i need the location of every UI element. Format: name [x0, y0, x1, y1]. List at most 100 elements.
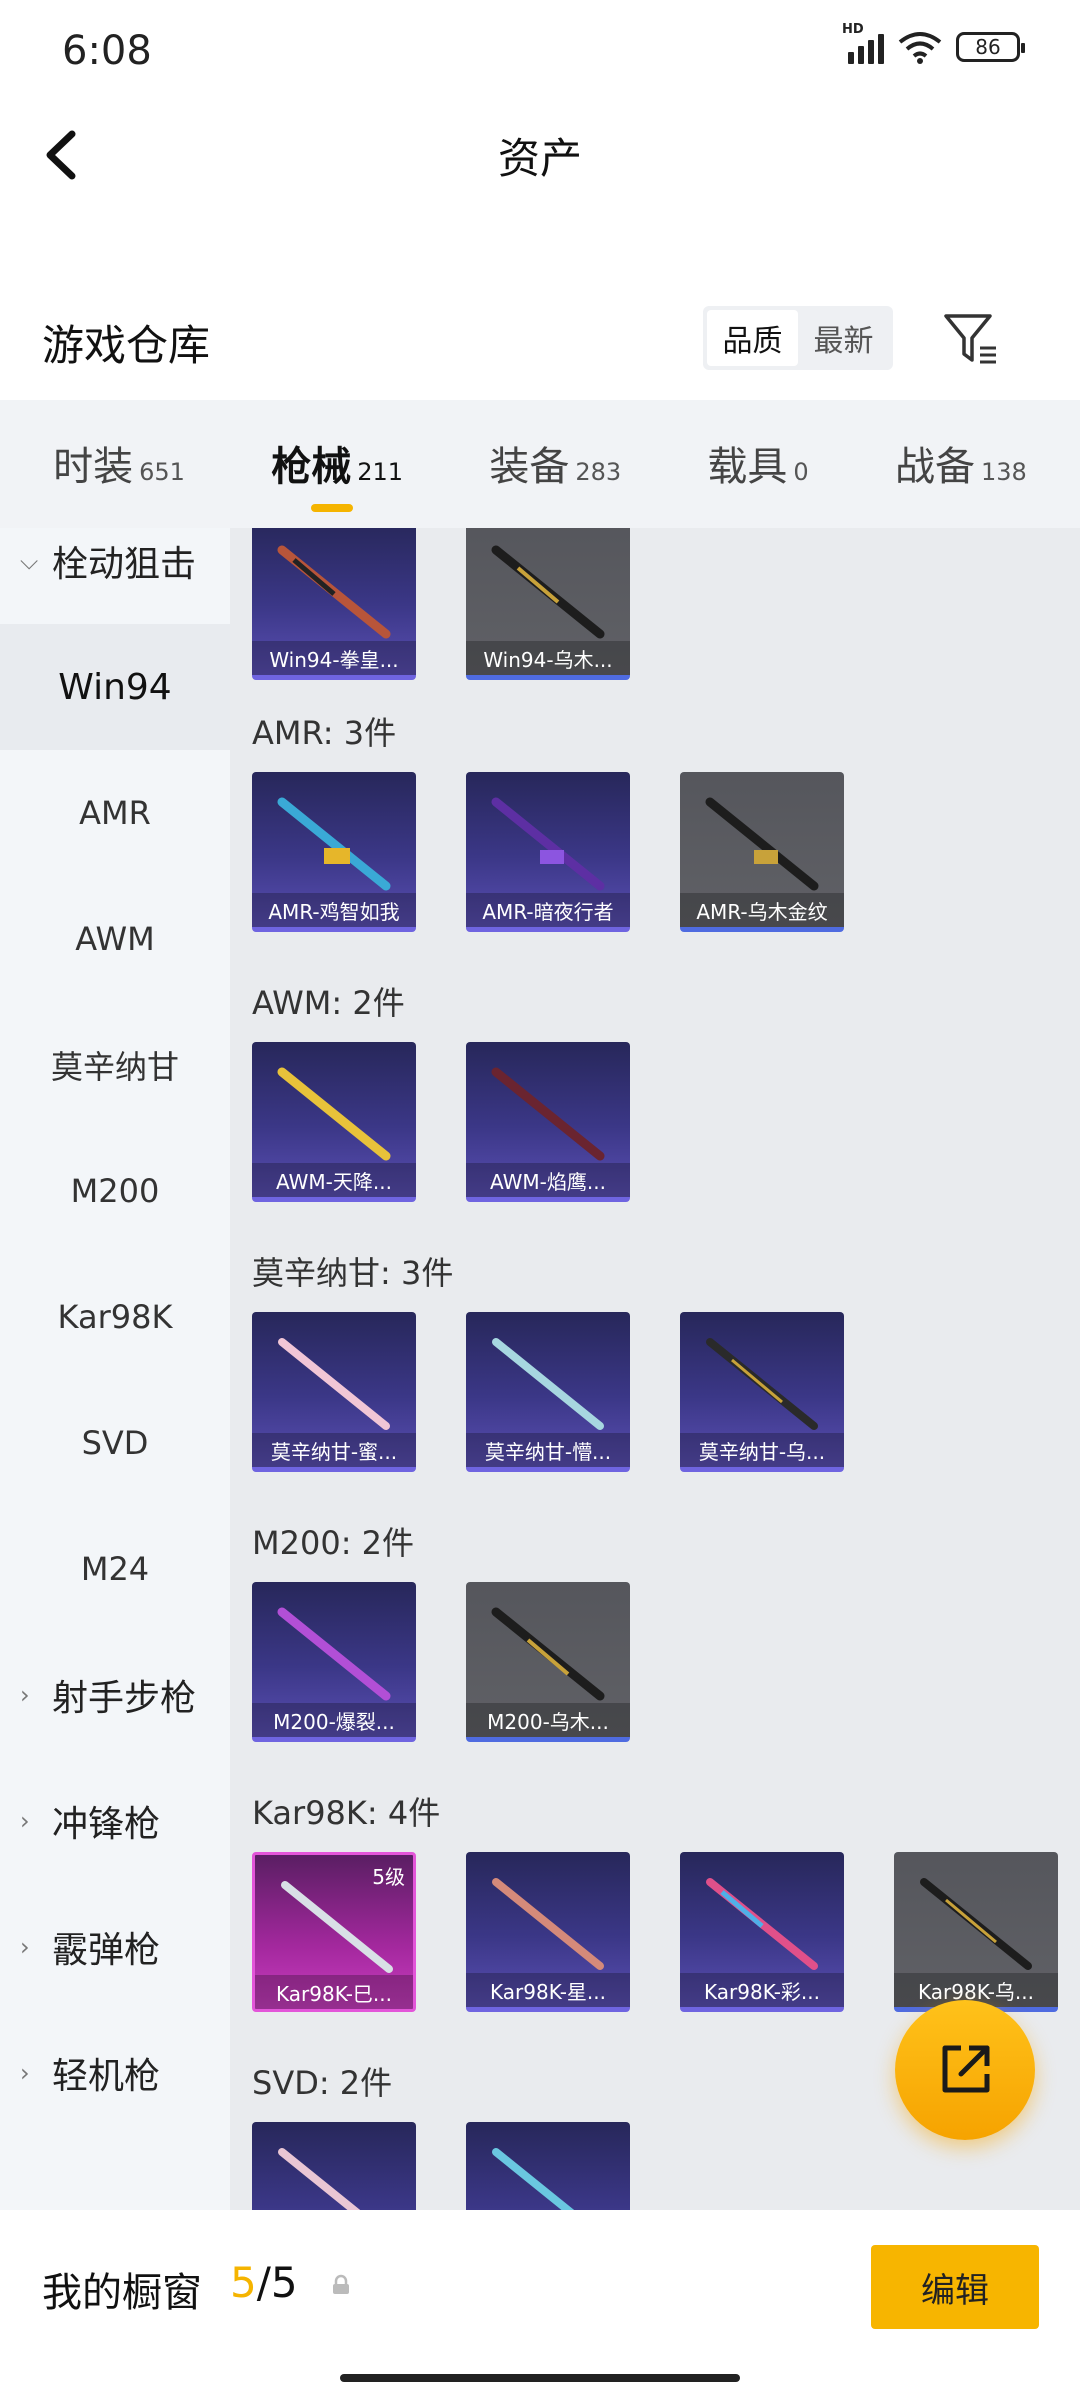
weapon-card[interactable]: 莫辛纳甘-懵... [466, 1312, 630, 1472]
weapon-card[interactable]: Win94-乌木... [466, 528, 630, 680]
weapon-name: Kar98K-巳... [255, 1975, 413, 2009]
weapon-card[interactable]: AWM-天降... [252, 1042, 416, 1202]
weapon-card[interactable] [466, 2122, 630, 2210]
weapon-card[interactable] [252, 2122, 416, 2210]
status-bar: 6:08 HD 86 [0, 0, 1080, 100]
weapon-card[interactable]: AMR-乌木金纹 [680, 772, 844, 932]
weapon-card[interactable]: Kar98K-乌... [894, 1852, 1058, 2012]
weapon-name: 莫辛纳甘-懵... [466, 1433, 630, 1467]
weapon-card[interactable]: 莫辛纳甘-乌... [680, 1312, 844, 1472]
tab-label: 装备 [489, 444, 570, 490]
gun-icon [492, 2148, 575, 2210]
network-type: HD [842, 22, 864, 37]
share-icon [942, 2045, 990, 2093]
sort-newest-button[interactable]: 最新 [798, 310, 889, 366]
tab-label: 时装 [53, 444, 134, 490]
category-tabs: 时装 651 枪械 211 装备 283 载具 0 战备 138 [0, 400, 1080, 528]
sort-quality-button[interactable]: 品质 [707, 310, 798, 366]
sidebar-item-amr[interactable]: AMR [0, 750, 230, 876]
group-title-m200: M200: 2件 [252, 1524, 415, 1562]
tab-supplies[interactable]: 战备 138 [895, 434, 1027, 494]
signal-icon: HD [842, 22, 884, 64]
sidebar-item-m24[interactable]: M24 [0, 1506, 230, 1632]
weapon-name: Kar98K-星... [466, 1973, 630, 2007]
sidebar-cat-shotgun[interactable]: › 霰弹枪 [0, 1884, 230, 2010]
sidebar-cat-bolt-action[interactable]: ⌵ 栓动狙击 [0, 528, 230, 624]
tab-vehicles[interactable]: 载具 0 [707, 434, 808, 494]
gun-icon [491, 1067, 605, 1161]
weapon-card[interactable]: Win94-拳皇... [252, 528, 416, 680]
tab-count: 0 [793, 458, 809, 486]
tab-count: 138 [980, 458, 1027, 486]
weapon-card[interactable]: AMR-暗夜行者 [466, 772, 630, 932]
tab-firearms[interactable]: 枪械 211 [271, 434, 404, 512]
gun-icon [281, 1881, 393, 1973]
weapon-type-sidebar: ⌵ 栓动狙击 Win94 AMR AWM 莫辛纳甘 M200 Kar98K SV… [0, 528, 230, 2210]
gun-icon [706, 1338, 818, 1430]
gun-icon [277, 545, 391, 639]
group-title-mosin: 莫辛纳甘: 3件 [252, 1254, 454, 1292]
sidebar-cat-smg[interactable]: › 冲锋枪 [0, 1758, 230, 1884]
showcase-bar: 我的橱窗 5/5 编辑 [0, 2210, 1080, 2400]
sidebar-item-win94[interactable]: Win94 [0, 624, 230, 750]
weapon-name: Win94-拳皇... [252, 641, 416, 675]
weapon-card[interactable]: Kar98K-星... [466, 1852, 630, 2012]
weapon-name: AMR-鸡智如我 [252, 893, 416, 927]
sidebar-cat-dmr[interactable]: › 射手步枪 [0, 1632, 230, 1758]
sidebar-cat-label: 轻机枪 [52, 2056, 161, 2097]
tab-count: 283 [575, 458, 622, 486]
weapon-card[interactable]: Kar98K-彩... [680, 1852, 844, 2012]
tab-label: 战备 [894, 444, 975, 490]
sidebar-cat-label: 栓动狙击 [52, 544, 197, 585]
page-title: 资产 [497, 134, 582, 183]
weapon-name: AWM-天降... [252, 1163, 416, 1197]
tab-count: 211 [357, 458, 404, 486]
gun-icon [277, 1067, 391, 1161]
group-title-amr: AMR: 3件 [252, 714, 397, 752]
gun-icon [492, 1878, 604, 1970]
group-title-svd: SVD: 2件 [252, 2064, 393, 2102]
weapon-card[interactable]: AWM-焰鹰... [466, 1042, 630, 1202]
weapon-name: Kar98K-彩... [680, 1973, 844, 2007]
warehouse-header: 游戏仓库 品质 最新 [0, 290, 1080, 400]
sidebar-item-svd[interactable]: SVD [0, 1380, 230, 1506]
lock-icon [333, 2274, 349, 2294]
weapon-name: 莫辛纳甘-蜜... [252, 1433, 416, 1467]
tab-count: 651 [139, 458, 185, 486]
weapon-card[interactable]: M200-乌木... [466, 1582, 630, 1742]
status-time: 6:08 [62, 28, 152, 74]
sidebar-cat-label: 霰弹枪 [52, 1930, 161, 1971]
weapon-name: AMR-乌木金纹 [680, 893, 844, 927]
filter-icon[interactable] [940, 308, 1000, 368]
sidebar-item-mosin[interactable]: 莫辛纳甘 [0, 1002, 230, 1128]
gun-icon [491, 797, 605, 891]
sidebar-item-kar98k[interactable]: Kar98K [0, 1254, 230, 1380]
gun-icon [706, 1878, 818, 1970]
chevron-right-icon: › [20, 1681, 30, 1709]
wifi-icon [898, 32, 942, 64]
weapon-grid: Win94-拳皇... Win94-乌木... AMR: 3件 AMR-鸡智如我… [230, 528, 1080, 2210]
tab-label: 载具 [707, 444, 788, 490]
warehouse-title: 游戏仓库 [42, 321, 211, 370]
status-icons: HD 86 [842, 22, 1025, 64]
sidebar-item-m200[interactable]: M200 [0, 1128, 230, 1254]
gun-icon [278, 2148, 361, 2210]
sidebar-item-awm[interactable]: AWM [0, 876, 230, 1002]
active-tab-indicator [311, 504, 354, 512]
weapon-card[interactable]: 莫辛纳甘-蜜... [252, 1312, 416, 1472]
share-button[interactable] [895, 2000, 1035, 2140]
weapon-card[interactable]: M200-爆裂... [252, 1582, 416, 1742]
weapon-card[interactable]: AMR-鸡智如我 [252, 772, 416, 932]
gun-icon [491, 545, 605, 639]
tab-label: 枪械 [271, 444, 352, 490]
sidebar-cat-lmg[interactable]: › 轻机枪 [0, 2010, 230, 2136]
weapon-card[interactable]: 5级 Kar98K-巳... [252, 1852, 416, 2012]
weapon-name: AMR-暗夜行者 [466, 893, 630, 927]
gun-icon [705, 797, 819, 891]
tab-fashion[interactable]: 时装 651 [53, 434, 185, 494]
group-title-kar98k: Kar98K: 4件 [252, 1794, 441, 1832]
weapon-name: M200-爆裂... [252, 1703, 416, 1737]
gun-icon [492, 1338, 604, 1430]
tab-equipment[interactable]: 装备 283 [489, 434, 621, 494]
edit-button[interactable]: 编辑 [871, 2245, 1039, 2329]
